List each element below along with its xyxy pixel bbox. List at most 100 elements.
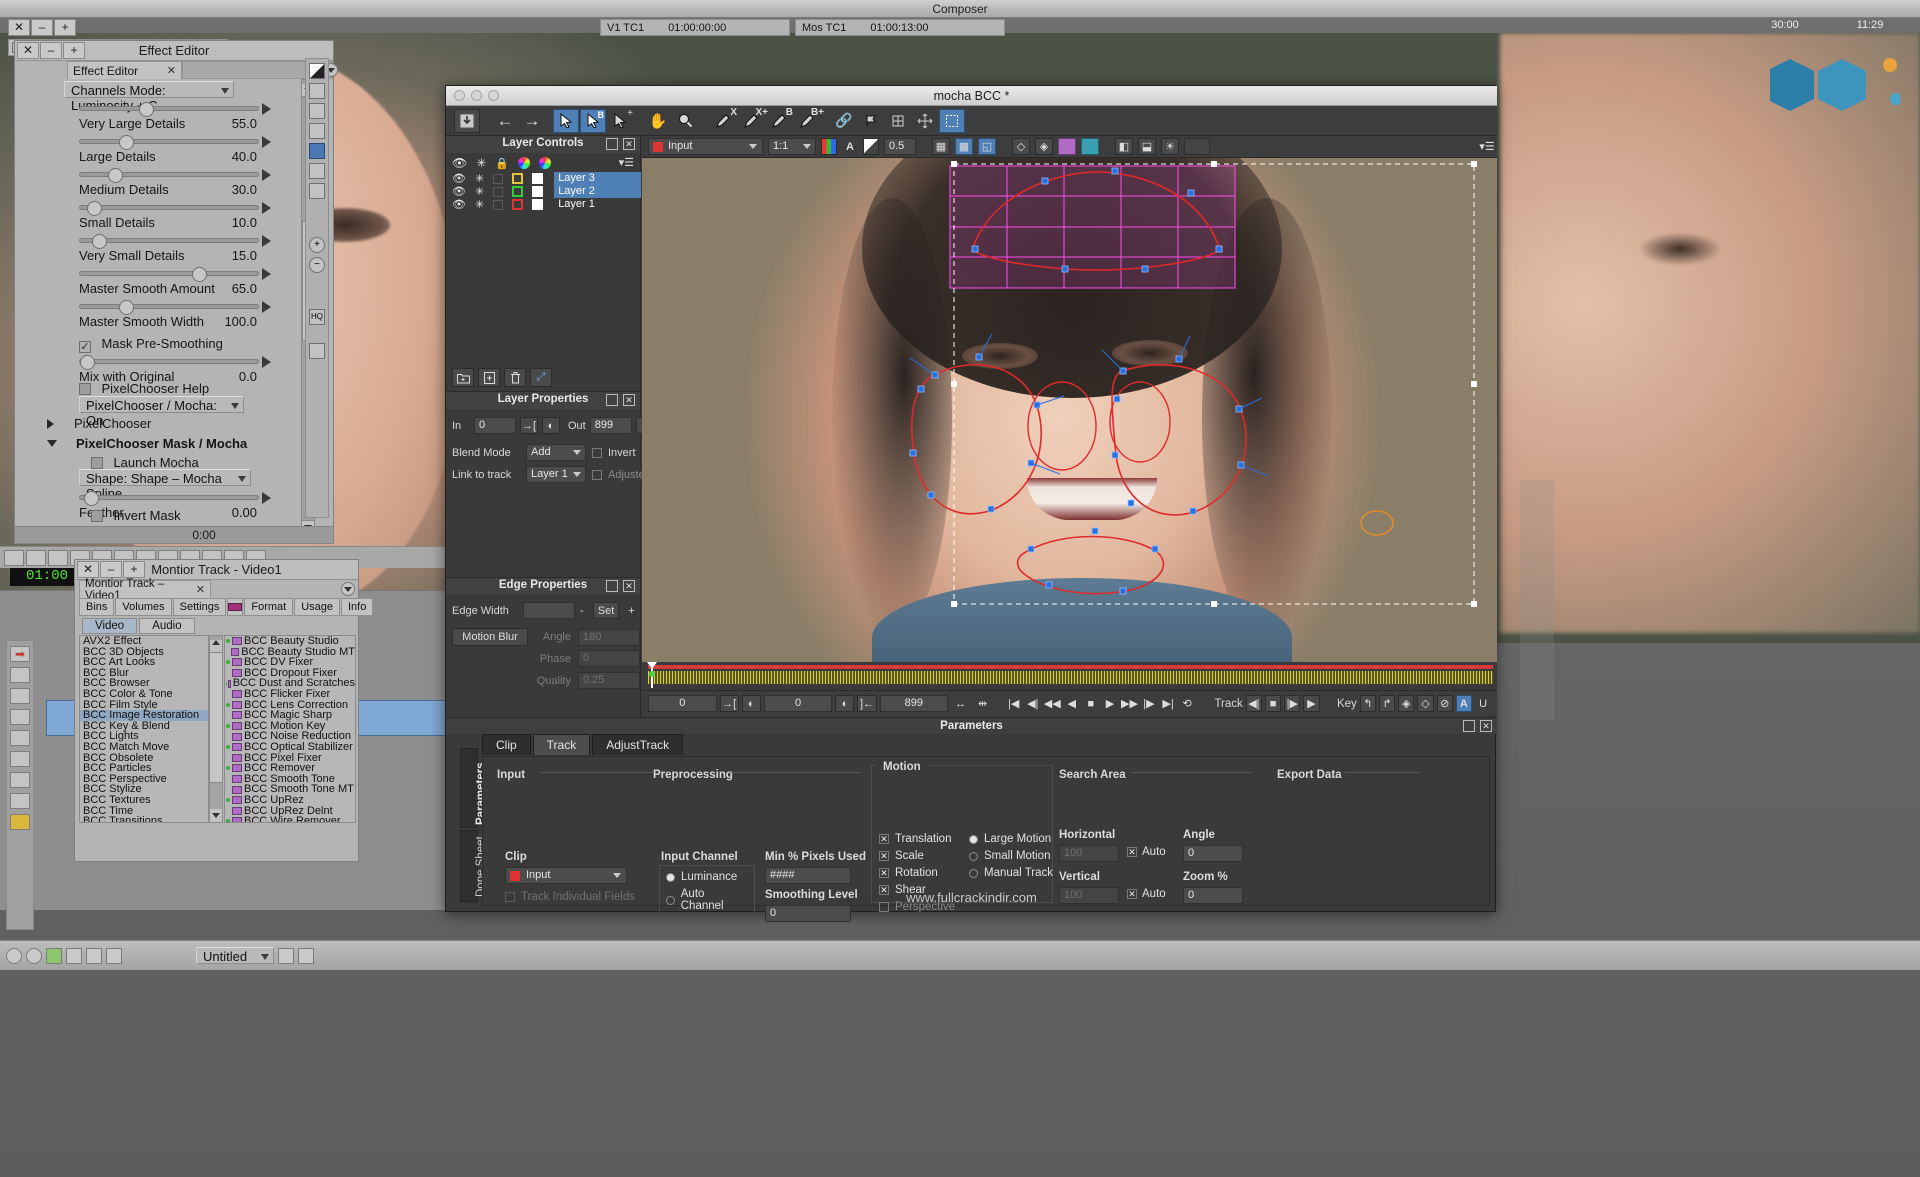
slider-knob[interactable] xyxy=(83,491,99,506)
status-icon[interactable] xyxy=(6,947,22,964)
parameters-tab-content[interactable]: Input Clip Input Track Individual Fields xyxy=(482,756,1490,922)
bin-category-item[interactable]: BCC Match Move xyxy=(80,742,208,753)
expand-arrow-icon[interactable] xyxy=(262,169,271,181)
adjusted-checkbox[interactable] xyxy=(592,469,602,480)
lock-toggle[interactable] xyxy=(493,199,504,210)
gear-icon[interactable]: ✳ xyxy=(475,198,484,211)
slider-knob[interactable] xyxy=(92,234,108,249)
mocha-title-bar[interactable]: mocha BCC * xyxy=(446,86,1497,106)
forward-arrow-icon[interactable]: → xyxy=(519,109,545,133)
pen-b-tool-icon[interactable]: B xyxy=(766,107,793,133)
layer-out-field[interactable]: 899 xyxy=(589,417,632,434)
tool-icon-selected[interactable] xyxy=(309,143,325,159)
minimize-icon[interactable]: – xyxy=(40,42,62,59)
edge-properties-float-icon[interactable] xyxy=(606,580,618,592)
slider-knob[interactable] xyxy=(192,267,208,282)
layer-row[interactable]: 👁 ✳ Layer 2 xyxy=(446,185,641,198)
set-in-icon[interactable]: →[ xyxy=(719,695,739,712)
side-tab-parameters[interactable]: Parameters xyxy=(460,748,487,828)
layer-matte-swatch[interactable] xyxy=(532,199,544,210)
next-keyframe-icon[interactable]: |▶ xyxy=(1141,695,1157,712)
maximize-icon[interactable]: + xyxy=(54,19,76,36)
status-icon[interactable] xyxy=(46,947,62,964)
select-b-tool-icon[interactable]: B xyxy=(580,108,606,133)
rail-icon[interactable] xyxy=(10,772,30,788)
edge-properties-close-icon[interactable]: ✕ xyxy=(623,580,635,592)
slider-knob[interactable] xyxy=(80,355,95,370)
timeline-left-rail[interactable]: ➡ xyxy=(6,640,34,930)
rail-icon[interactable] xyxy=(10,793,30,809)
delete-layer-icon[interactable] xyxy=(504,368,526,387)
bin-category-item[interactable]: AVX2 Effect xyxy=(80,636,208,647)
tool-icon-6[interactable] xyxy=(309,163,325,179)
matte-view-icon[interactable]: ◧ xyxy=(1115,138,1133,155)
transport-out-field[interactable]: 899 xyxy=(879,695,949,712)
edge-width-stepper[interactable]: - xyxy=(580,604,588,617)
invert-mask-row[interactable]: Invert Mask xyxy=(91,507,181,525)
slider-row[interactable]: Very Large Details 55.0 xyxy=(17,100,300,133)
save-icon[interactable] xyxy=(454,108,480,133)
lock-toggle[interactable] xyxy=(493,173,504,184)
pen-x-plus-tool-icon[interactable]: X+ xyxy=(737,107,768,133)
bins-toolbar-view-icon[interactable] xyxy=(227,598,244,616)
fit-layers-icon[interactable]: ⤢ xyxy=(530,368,552,387)
radio[interactable] xyxy=(969,868,978,878)
search-horizontal-field[interactable]: 100 xyxy=(1059,845,1119,862)
close-icon[interactable]: ✕ xyxy=(8,19,30,36)
timeline-tool-icon[interactable] xyxy=(48,549,68,566)
channels-mode-dropdown[interactable]: Channels Mode: Luminosity + C xyxy=(64,81,234,113)
effect-editor-tool-strip[interactable]: + − HQ xyxy=(305,58,329,518)
layer-row[interactable]: 👁 ✳ Layer 3 xyxy=(446,172,641,185)
edge-width-row[interactable]: Edge Width - Set + xyxy=(452,602,639,619)
slider-knob[interactable] xyxy=(119,300,135,315)
tool-icon-3[interactable] xyxy=(309,103,325,119)
color-wheel-icon[interactable] xyxy=(518,157,530,169)
scroll-down-button[interactable] xyxy=(210,809,222,822)
key-next-icon[interactable]: ↱ xyxy=(1378,695,1396,712)
bins-subtab-audio[interactable]: Audio xyxy=(139,618,195,634)
channel-option-luminance[interactable]: Luminance xyxy=(666,871,748,883)
right-tool-strip[interactable] xyxy=(1520,480,1554,720)
bin-category-item[interactable]: BCC Color & Tone xyxy=(80,689,208,700)
edge-view-icon[interactable]: ◈ xyxy=(1035,138,1053,155)
layer-controls-close-icon[interactable]: ✕ xyxy=(623,138,635,150)
layer-properties-close-icon[interactable]: ✕ xyxy=(623,394,635,406)
mocha-timeline-ruler[interactable] xyxy=(642,662,1497,690)
smoothing-level-field[interactable]: 0 xyxy=(765,905,851,922)
layer-properties-panel[interactable]: Layer Properties ✕ In 0 →[ ◐ Out 899 ◐ ]… xyxy=(446,391,676,577)
transport-mid-field[interactable]: 0 xyxy=(763,695,833,712)
bins-category-list[interactable]: AVX2 Effect BCC 3D Objects BCC Art Looks BC… xyxy=(79,635,209,823)
flag-tool-icon[interactable] xyxy=(858,109,884,133)
color-wheel-2-icon[interactable] xyxy=(539,157,551,169)
motion-blur-row[interactable]: Motion Blur Angle 180 xyxy=(452,628,640,646)
layer-list[interactable]: 👁 ✳ Layer 3 👁 ✳ Layer 2 👁 ✳ Layer 1 xyxy=(446,172,641,211)
maximize-icon[interactable]: + xyxy=(63,42,85,59)
parameters-tabs[interactable]: Clip Track AdjustTrack xyxy=(482,734,684,755)
play-forward-icon[interactable]: ▶ xyxy=(1102,695,1118,712)
key-prev-icon[interactable]: ↰ xyxy=(1359,695,1376,712)
eye-icon[interactable]: 👁 xyxy=(452,185,466,198)
mocha-window[interactable]: mocha BCC * ← → B + ✋ X X+ B B+ 🔗 Layer … xyxy=(445,85,1497,922)
pen-b-plus-tool-icon[interactable]: B+ xyxy=(793,107,824,133)
go-to-start-icon[interactable]: |◀ xyxy=(1006,695,1022,712)
status-icon[interactable] xyxy=(66,947,82,964)
bins-subtab-video[interactable]: Video xyxy=(82,618,138,634)
stop-icon[interactable]: ■ xyxy=(1083,695,1099,712)
key-add-icon[interactable]: ◈ xyxy=(1398,695,1415,712)
min-pixels-field[interactable]: #### xyxy=(765,867,851,884)
slider-row[interactable]: Small Details 10.0 xyxy=(17,199,300,232)
link-chain-icon[interactable]: 🔗 xyxy=(831,109,857,133)
fit-icon[interactable]: ⇹ xyxy=(973,695,992,712)
luminance-radio[interactable] xyxy=(666,872,675,882)
expand-arrow-icon[interactable] xyxy=(262,202,271,214)
mocha-toolbar[interactable]: ← → B + ✋ X X+ B B+ 🔗 xyxy=(446,106,1497,136)
rail-icon[interactable] xyxy=(10,751,30,767)
magenta-overlay-icon[interactable] xyxy=(1058,138,1076,155)
chevron-right-icon[interactable] xyxy=(47,418,54,429)
close-icon[interactable]: ✕ xyxy=(77,561,99,578)
bin-effect-item[interactable]: BCC Beauty Studio xyxy=(225,636,355,647)
rail-icon[interactable] xyxy=(10,709,30,725)
layer-actions[interactable]: ⤢ xyxy=(452,368,552,387)
mocha-viewer-bar[interactable]: Input 1:1 A 0.5 ▦ ▩ ◱ ◇ ◈ ◧ ⬓ ☀ ▾☰ xyxy=(642,136,1497,158)
bin-effect-item[interactable]: BCC Wire Remover xyxy=(225,816,355,822)
